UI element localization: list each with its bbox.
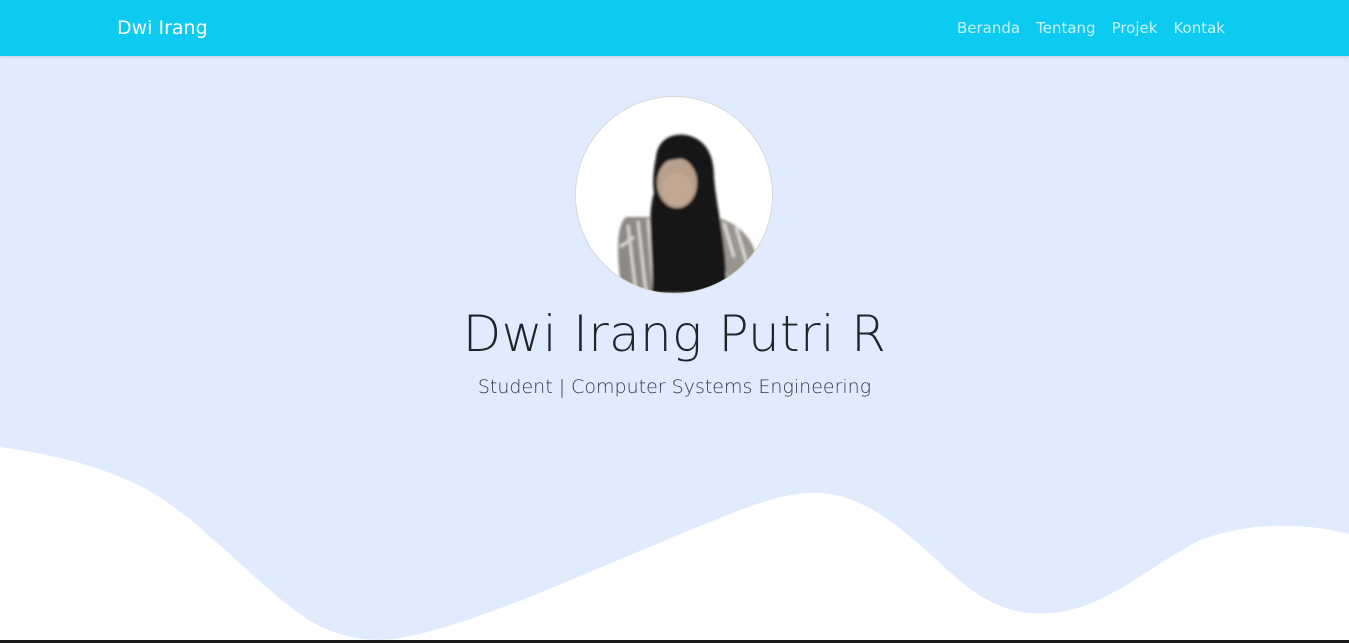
hero-subtitle: Student | Computer Systems Engineering [477, 376, 872, 398]
navbar-brand[interactable]: Dwi Irang [117, 16, 208, 40]
hero-section: Dwi Irang Putri R Student | Computer Sys… [0, 56, 1349, 643]
nav-link-beranda[interactable]: Beranda [957, 18, 1020, 38]
navbar: Dwi Irang Beranda Tentang Projek Kontak [0, 0, 1349, 56]
nav-link-kontak[interactable]: Kontak [1173, 18, 1225, 38]
nav-link-projek[interactable]: Projek [1112, 18, 1158, 38]
profile-photo-icon [576, 97, 772, 293]
hero-name: Dwi Irang Putri R [462, 305, 887, 363]
profile-avatar [575, 96, 773, 294]
nav-links: Beranda Tentang Projek Kontak [957, 18, 1225, 38]
nav-link-tentang[interactable]: Tentang [1036, 18, 1095, 38]
